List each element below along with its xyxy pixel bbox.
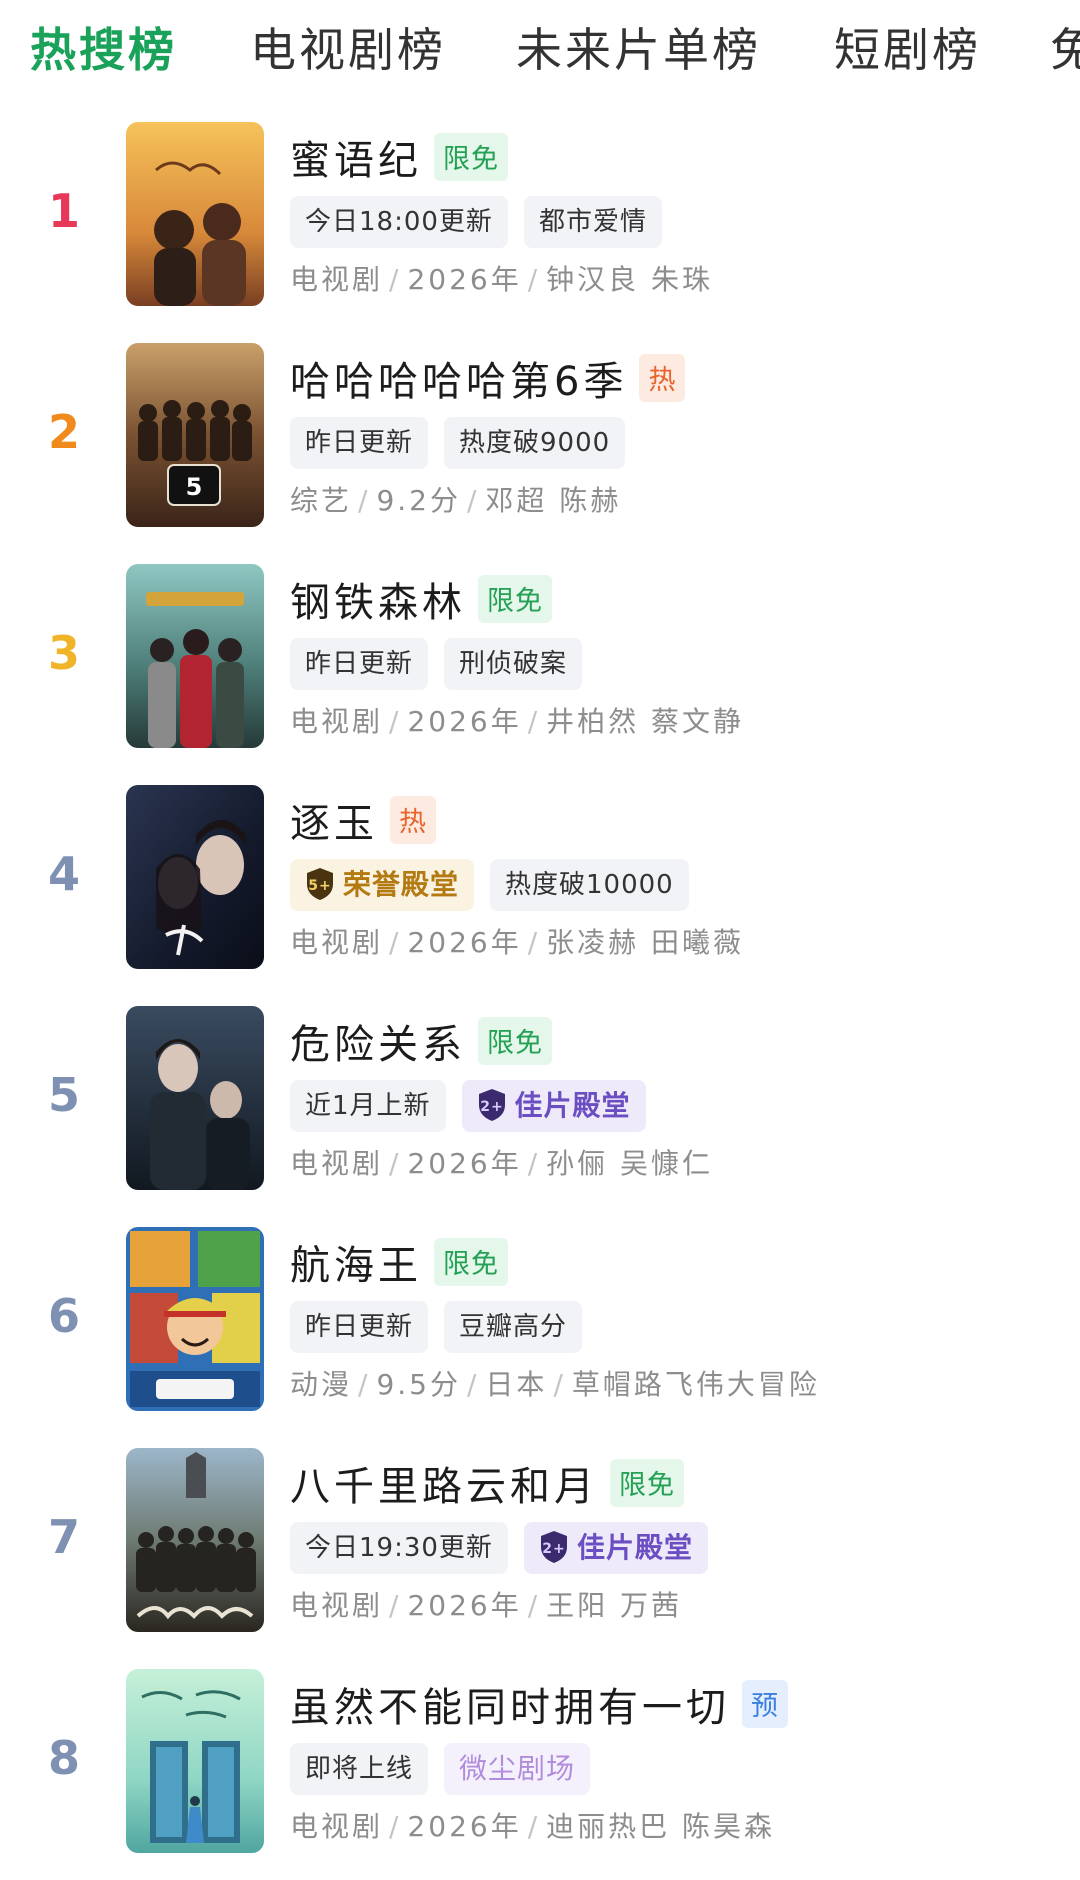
free-badge: 限免 xyxy=(610,1459,684,1507)
item-title: 八千里路云和月 xyxy=(290,1464,598,1510)
rank-number: 1 xyxy=(47,184,80,238)
fine-film-hall-tag: 2+ 佳片殿堂 xyxy=(523,1522,708,1574)
rank-number: 3 xyxy=(47,626,80,680)
genre-tag: 都市爱情 xyxy=(523,196,662,248)
tab-tv-series[interactable]: 电视剧榜 xyxy=(250,14,446,80)
update-tag: 昨日更新 xyxy=(290,417,429,469)
honor-shield-icon: 5+ xyxy=(307,868,333,900)
item-meta: 电视剧/2026年 / 孙俪 吴慷仁 xyxy=(290,1147,714,1180)
rank-number: 8 xyxy=(47,1731,80,1785)
rating-tag: 豆瓣高分 xyxy=(444,1301,583,1353)
ranking-item[interactable]: 6 航海王限免 昨日更新豆瓣高分 动漫/9.5分/日本/草帽路飞伟大 xyxy=(0,1225,1080,1415)
status-tag: 即将上线 xyxy=(290,1743,429,1795)
ranking-item[interactable]: 8 虽然不能同时拥有一切预 即将上线 微尘剧场 电视剧/2026年 / 迪丽热巴 陈昊… xyxy=(0,1667,1080,1857)
svg-text:2+: 2+ xyxy=(542,1541,565,1557)
rank-number: 4 xyxy=(47,847,80,901)
item-title: 钢铁森林 xyxy=(290,580,466,626)
heat-tag: 热度破9000 xyxy=(444,417,626,469)
free-badge: 限免 xyxy=(434,133,508,181)
genre-tag: 刑侦破案 xyxy=(444,638,583,690)
item-title: 哈哈哈哈哈第6季 xyxy=(290,359,628,405)
fine-film-hall-tag: 2+ 佳片殿堂 xyxy=(461,1080,646,1132)
free-badge: 限免 xyxy=(434,1238,508,1286)
poster-image[interactable] xyxy=(126,122,264,306)
update-tag: 昨日更新 xyxy=(290,638,429,690)
hot-badge: 热 xyxy=(390,796,436,844)
update-tag: 昨日更新 xyxy=(290,1301,429,1353)
item-meta: 电视剧/2026年 / 钟汉良 朱珠 xyxy=(290,263,714,296)
ranking-item[interactable]: 5 危险关系 限免 近1月上新 2+ 佳片殿堂 电视剧/2026年 / 孙俪 吴慷仁 xyxy=(0,1004,1080,1194)
svg-text:2+: 2+ xyxy=(480,1099,503,1115)
update-tag: 今日19:30更新 xyxy=(290,1522,508,1574)
tab-upcoming[interactable]: 未来片单榜 xyxy=(516,14,761,80)
item-title: 危险关系 xyxy=(290,1022,466,1068)
ranking-item[interactable]: 2 5 哈哈哈哈哈第6季热 昨日更新 热度破9000 综艺/9.2分 / 邓超 陈赫 xyxy=(0,341,1080,531)
item-meta: 综艺/9.2分 / 邓超 陈赫 xyxy=(290,484,622,517)
poster-image[interactable] xyxy=(126,1227,264,1411)
poster-image[interactable] xyxy=(126,1448,264,1632)
ranking-item[interactable]: 1 蜜语纪 限免 今日18:00更新 都市爱情 电视剧/2026年 / 钟汉良 朱珠 xyxy=(0,120,1080,310)
item-title: 蜜语纪 xyxy=(290,138,422,184)
poster-image[interactable] xyxy=(126,1669,264,1853)
tab-free[interactable]: 免 xyxy=(1050,14,1080,80)
free-badge: 限免 xyxy=(478,575,552,623)
item-meta: 动漫/9.5分 / 日本 / 草帽路飞伟大冒险 xyxy=(290,1368,820,1401)
ranking-item[interactable]: 4 逐玉热 5+ 荣誉殿堂 热度破10000 电视剧/2026年 / 张凌赫 田曦薇 xyxy=(0,783,1080,973)
ranking-item[interactable]: 3 钢铁森林 限免 昨日更新 刑侦破案 电视剧/2026年 / 井柏然 蔡文静 xyxy=(0,562,1080,752)
poster-image[interactable] xyxy=(126,564,264,748)
ranking-item[interactable]: 7 八千里路云和月 限免 今日19:30更新 2+ 佳片殿堂 电视剧/2026年 / 王阳… xyxy=(0,1446,1080,1636)
update-tag: 近1月上新 xyxy=(290,1080,446,1132)
rank-number: 7 xyxy=(47,1510,80,1564)
poster-image[interactable] xyxy=(126,1006,264,1190)
update-tag: 今日18:00更新 xyxy=(290,196,508,248)
tab-short-drama[interactable]: 短剧榜 xyxy=(834,14,981,80)
fine-film-shield-icon: 2+ xyxy=(540,1531,567,1563)
item-title: 航海王 xyxy=(290,1243,422,1289)
svg-text:5: 5 xyxy=(186,473,203,501)
theater-tag: 微尘剧场 xyxy=(444,1743,591,1795)
ranking-tab-bar: 热搜榜 电视剧榜 未来片单榜 短剧榜 免 xyxy=(0,0,1080,96)
preview-badge: 预 xyxy=(742,1680,788,1728)
item-title: 虽然不能同时拥有一切 xyxy=(290,1685,730,1731)
free-badge: 限免 xyxy=(478,1017,552,1065)
tab-hot-search[interactable]: 热搜榜 xyxy=(30,14,177,80)
heat-tag: 热度破10000 xyxy=(490,859,689,911)
item-meta: 电视剧/2026年 / 张凌赫 田曦薇 xyxy=(290,926,745,959)
rank-number: 6 xyxy=(47,1289,80,1343)
item-meta: 电视剧/2026年 / 王阳 万茜 xyxy=(290,1589,683,1622)
honor-hall-tag: 5+ 荣誉殿堂 xyxy=(290,859,475,911)
poster-image[interactable] xyxy=(126,785,264,969)
rank-number: 2 xyxy=(47,405,80,459)
poster-image[interactable]: 5 xyxy=(126,343,264,527)
hot-badge: 热 xyxy=(639,354,686,402)
item-title: 逐玉 xyxy=(290,801,378,847)
item-meta: 电视剧/2026年 / 井柏然 蔡文静 xyxy=(290,705,745,738)
svg-text:5+: 5+ xyxy=(308,878,331,894)
fine-film-shield-icon: 2+ xyxy=(478,1089,505,1121)
rank-number: 5 xyxy=(47,1068,80,1122)
item-meta: 电视剧/2026年 / 迪丽热巴 陈昊森 xyxy=(290,1810,776,1843)
